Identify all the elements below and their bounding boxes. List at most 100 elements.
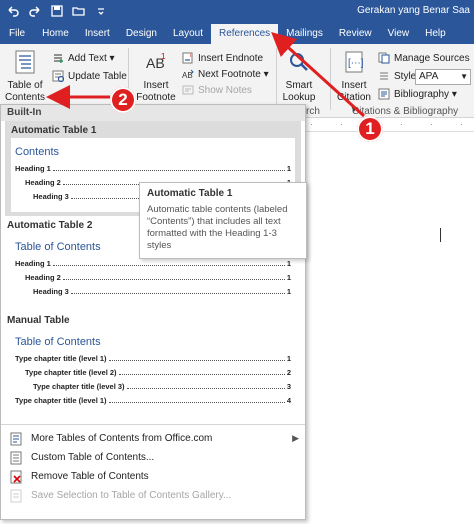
smart-lookup-icon (280, 50, 318, 78)
toc-line-text: Heading 1 (15, 164, 51, 173)
toc-line-page: 1 (286, 259, 291, 268)
remove-toc-command[interactable]: Remove Table of Contents (1, 467, 305, 486)
add-text-label: Add Text ▾ (68, 52, 115, 64)
toc-line-text: Type chapter title (level 1) (15, 396, 107, 405)
separator (330, 48, 331, 110)
custom-toc-command[interactable]: Custom Table of Contents... (1, 448, 305, 467)
quick-access-toolbar (6, 4, 108, 18)
toc-line-page: 2 (286, 368, 291, 377)
undo-icon[interactable] (6, 4, 20, 18)
toc-heading: Contents (15, 146, 60, 158)
next-footnote-icon: AB (182, 68, 194, 80)
manual-table-item[interactable]: Table of Contents Type chapter title (le… (5, 328, 301, 420)
gallery-preview: Table of Contents Type chapter title (le… (11, 328, 295, 416)
toc-line: Type chapter title (level 3) 3 (15, 382, 291, 396)
toc-line: Heading 1 1 (15, 164, 291, 178)
text-cursor (440, 228, 441, 242)
toc-line-text: Type chapter title (level 3) (33, 382, 125, 391)
bibliography-icon (378, 88, 390, 100)
tab-layout[interactable]: Layout (165, 24, 211, 44)
insert-endnote-button[interactable]: i Insert Endnote (182, 50, 263, 66)
step-1-badge: 1 (357, 116, 383, 142)
tab-mailings[interactable]: Mailings (278, 24, 331, 44)
tab-design[interactable]: Design (118, 24, 165, 44)
leader-dots (126, 388, 285, 389)
smart-lookup-button[interactable]: Smart Lookup (280, 50, 318, 104)
toc-line: Heading 1 1 (15, 259, 291, 273)
tab-view[interactable]: View (380, 24, 418, 44)
insert-citation-icon: [⋯] (334, 50, 374, 78)
save-selection-icon (9, 489, 23, 503)
footnote-icon: AB 1 (134, 50, 178, 78)
manage-sources-label: Manage Sources (394, 52, 470, 64)
add-text-button[interactable]: Add Text ▾ (52, 50, 115, 66)
tooltip: Automatic Table 1 Automatic table conten… (139, 182, 307, 259)
table-of-contents-icon (2, 50, 48, 78)
tooltip-body: Automatic table contents (labeled “Conte… (147, 204, 288, 251)
style-control: Style: (378, 68, 419, 84)
update-table-label: Update Table (68, 70, 127, 82)
redo-icon[interactable] (28, 4, 42, 18)
show-notes-icon (182, 84, 194, 96)
tab-help[interactable]: Help (417, 24, 454, 44)
insert-endnote-label: Insert Endnote (198, 52, 264, 64)
open-icon[interactable] (72, 4, 86, 18)
leader-dots (108, 360, 285, 361)
style-select[interactable]: APA ▼ (415, 69, 471, 85)
save-selection-label: Save Selection to Table of Contents Gall… (31, 490, 232, 501)
save-selection-command[interactable]: Save Selection to Table of Contents Gall… (1, 486, 305, 505)
remove-toc-label: Remove Table of Contents (31, 471, 149, 482)
more-tables-command[interactable]: More Tables of Contents from Office.com … (1, 429, 305, 448)
add-text-icon (52, 52, 64, 64)
tooltip-title: Automatic Table 1 (147, 188, 233, 199)
divider (1, 424, 305, 425)
next-footnote-button[interactable]: AB Next Footnote ▾ (182, 66, 269, 82)
table-of-contents-dropdown: Built-In Automatic Table 1 Contents Head… (0, 104, 306, 520)
update-table-icon (52, 70, 65, 83)
title-bar: Gerakan yang Benar Saa (0, 0, 474, 24)
remove-toc-icon (9, 470, 23, 484)
toc-line-page: 1 (286, 164, 291, 173)
toc-line-page: 1 (286, 287, 291, 296)
show-notes-button[interactable]: Show Notes (182, 82, 252, 98)
endnote-icon: i (182, 52, 194, 64)
next-footnote-label: Next Footnote ▾ (198, 68, 269, 80)
bibliography-button[interactable]: Bibliography ▾ (378, 86, 457, 102)
section-builtin: Built-In (1, 105, 305, 121)
ruler-tick: · (430, 120, 433, 129)
update-table-button[interactable]: Update Table (52, 68, 127, 84)
style-icon (378, 70, 390, 82)
toc-line: Type chapter title (level 1) 4 (15, 396, 291, 410)
toc-line-text: Type chapter title (level 2) (25, 368, 117, 377)
step-2-badge: 2 (110, 87, 136, 113)
toc-line-page: 1 (286, 273, 291, 282)
document-title: Gerakan yang Benar Saa (357, 5, 470, 16)
leader-dots (62, 279, 285, 280)
tab-references[interactable]: References (211, 24, 279, 44)
customize-icon[interactable] (94, 4, 108, 18)
svg-text:1: 1 (161, 52, 166, 61)
style-value: APA (419, 71, 439, 82)
manage-sources-icon (378, 52, 390, 64)
chevron-right-icon: ▶ (292, 433, 299, 443)
tab-insert[interactable]: Insert (77, 24, 118, 44)
save-icon[interactable] (50, 4, 64, 18)
toc-line: Heading 3 1 (15, 287, 291, 301)
toc-line-text: Heading 1 (15, 259, 51, 268)
toc-line-text: Heading 3 (33, 192, 69, 201)
tab-file[interactable]: File (0, 24, 34, 44)
tab-home[interactable]: Home (34, 24, 77, 44)
tab-review[interactable]: Review (331, 24, 380, 44)
toc-heading: Table of Contents (15, 336, 101, 348)
gallery-item-title: Automatic Table 1 (11, 125, 97, 136)
research-group-label: rch (306, 106, 320, 117)
toc-line-text: Heading 2 (25, 273, 61, 282)
ruler-tick: · (460, 120, 463, 129)
toc-line-page: 1 (286, 354, 291, 363)
insert-footnote-button[interactable]: AB 1 Insert Footnote (134, 50, 178, 104)
separator (276, 48, 277, 110)
leader-dots (52, 170, 285, 171)
manage-sources-button[interactable]: Manage Sources (378, 50, 470, 66)
ribbon-tabs: File Home Insert Design Layout Reference… (0, 24, 474, 44)
insert-footnote-label: Insert Footnote (136, 80, 176, 103)
